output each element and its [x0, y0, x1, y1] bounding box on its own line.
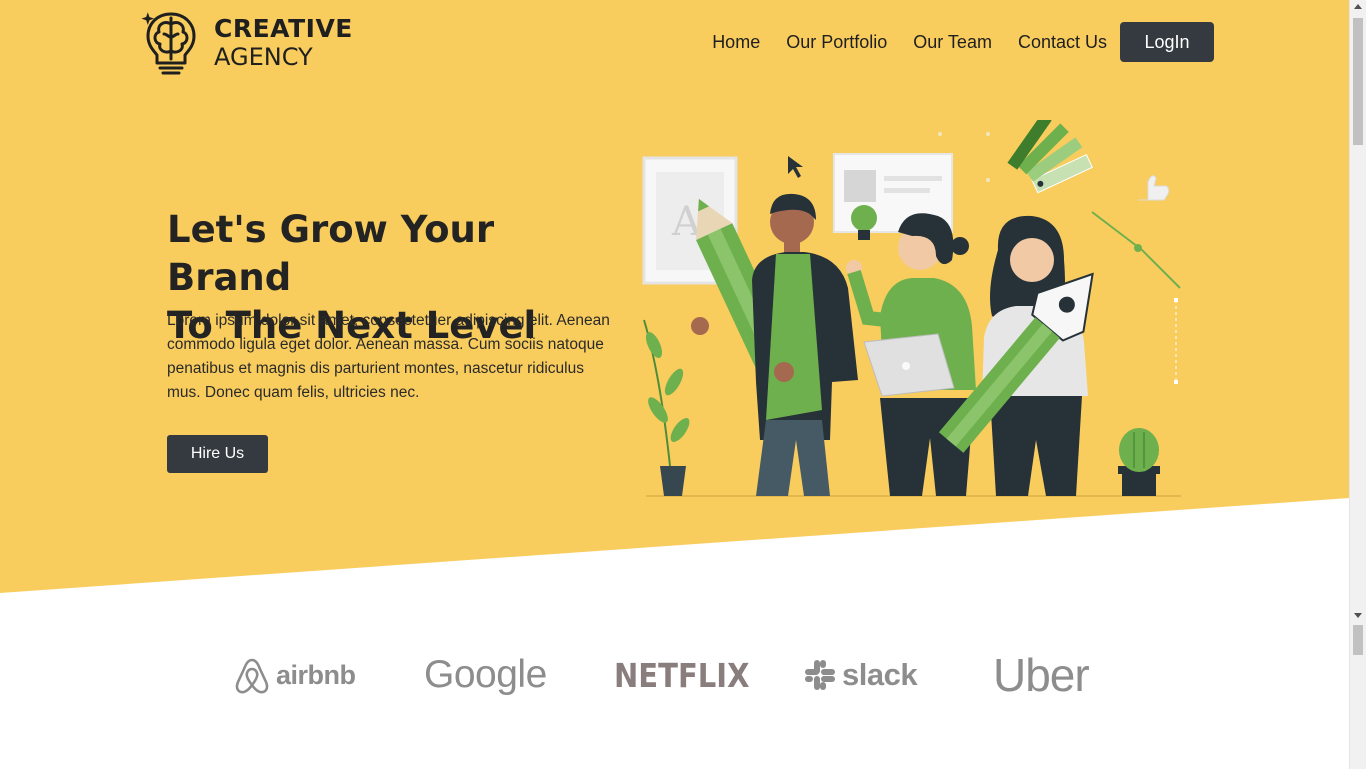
lightbulb-brain-icon — [141, 12, 196, 75]
logo-line-2: AGENCY — [214, 42, 313, 71]
scroll-up-arrow-icon[interactable] — [1354, 4, 1362, 9]
google-logo: Google — [424, 645, 547, 705]
team-creative-illustration: A — [642, 120, 1181, 497]
page: CREATIVE AGENCY Home Our Portfolio Our T… — [0, 0, 1349, 769]
nav-link-contact-us[interactable]: Contact Us — [1018, 32, 1107, 53]
nav-link-home[interactable]: Home — [712, 32, 760, 53]
scroll-down-arrow-icon[interactable] — [1354, 613, 1362, 618]
client-logos: airbnb Google NETFLIX slack Uber — [230, 645, 1130, 705]
netflix-logo: NETFLIX — [614, 645, 768, 705]
brand-logo[interactable]: CREATIVE AGENCY — [140, 6, 360, 78]
logo-line-1: CREATIVE — [214, 13, 353, 43]
vertical-scrollbar[interactable] — [1349, 0, 1366, 769]
airbnb-wordmark: airbnb — [276, 659, 356, 690]
slack-logo-icon — [805, 660, 835, 690]
hero-title-line-1: Let's Grow Your Brand — [167, 208, 495, 299]
scrollbar-thumb[interactable] — [1353, 18, 1363, 145]
google-wordmark: Google — [424, 653, 547, 696]
hire-us-button[interactable]: Hire Us — [167, 435, 268, 473]
login-button[interactable]: LogIn — [1120, 22, 1214, 62]
uber-logo: Uber — [993, 645, 1090, 705]
main-nav: Home Our Portfolio Our Team Contact Us L… — [712, 22, 1214, 62]
scrollbar-thumb-secondary[interactable] — [1353, 625, 1363, 655]
airbnb-logo: airbnb — [234, 645, 356, 705]
uber-wordmark: Uber — [993, 649, 1090, 701]
airbnb-logo-icon — [235, 658, 269, 694]
slack-logo: slack — [804, 645, 918, 705]
nav-link-our-portfolio[interactable]: Our Portfolio — [786, 32, 887, 53]
nav-link-our-team[interactable]: Our Team — [913, 32, 992, 53]
slack-wordmark: slack — [842, 657, 918, 692]
netflix-wordmark: NETFLIX — [614, 655, 750, 695]
hero-description: Lorem ipsum dolor sit amet, consectetuer… — [167, 312, 610, 401]
